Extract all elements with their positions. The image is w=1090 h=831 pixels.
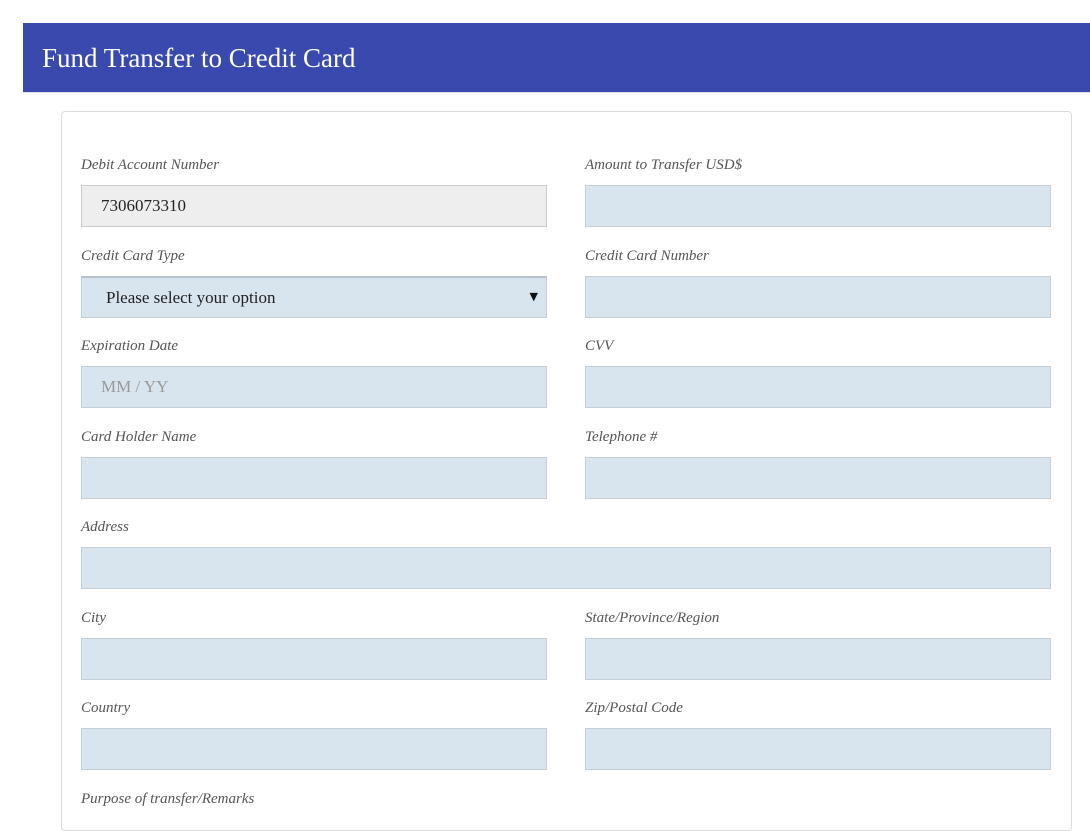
country-label: Country (81, 700, 131, 716)
telephone-group: Telephone # (585, 428, 1051, 499)
card-type-group: Credit Card Type Please select your opti… (81, 247, 547, 318)
country-field[interactable] (81, 728, 547, 770)
zip-label: Zip/Postal Code (585, 700, 683, 716)
state-group: State/Province/Region (585, 609, 1051, 680)
zip-group: Zip/Postal Code (585, 699, 1051, 770)
card-number-label: Credit Card Number (585, 248, 709, 264)
expiration-field[interactable] (81, 366, 547, 408)
state-label: State/Province/Region (585, 610, 720, 626)
holder-name-group: Card Holder Name (81, 428, 547, 499)
chevron-down-icon: ▼ (529, 290, 538, 303)
country-group: Country (81, 699, 547, 770)
amount-label: Amount to Transfer USD$ (585, 157, 743, 173)
card-number-group: Credit Card Number (585, 247, 1051, 318)
address-label: Address (81, 519, 129, 535)
card-number-field[interactable] (585, 276, 1051, 318)
card-type-label: Credit Card Type (81, 248, 185, 264)
address-field[interactable] (81, 547, 1051, 589)
debit-account-group: Debit Account Number (81, 156, 547, 227)
cvv-field[interactable] (585, 366, 1051, 408)
transfer-form: Debit Account Number Amount to Transfer … (61, 111, 1072, 831)
telephone-label: Telephone # (585, 429, 658, 445)
expiration-group: Expiration Date (81, 337, 547, 408)
holder-name-field[interactable] (81, 457, 547, 499)
address-group: Address (81, 518, 1051, 589)
zip-field[interactable] (585, 728, 1051, 770)
debit-account-field[interactable] (81, 185, 547, 227)
card-type-selected: Please select your option (106, 287, 276, 307)
debit-account-label: Debit Account Number (81, 157, 220, 173)
panel-header: Fund Transfer to Credit Card (23, 23, 1090, 93)
city-label: City (81, 610, 106, 626)
purpose-label: Purpose of transfer/Remarks (81, 791, 255, 807)
page-title: Fund Transfer to Credit Card (42, 43, 356, 73)
city-field[interactable] (81, 638, 547, 680)
card-type-select[interactable]: Please select your option ▼ (81, 276, 547, 318)
state-field[interactable] (585, 638, 1051, 680)
expiration-label: Expiration Date (81, 338, 179, 354)
cvv-group: CVV (585, 337, 1051, 408)
fund-transfer-panel: Fund Transfer to Credit Card Debit Accou… (23, 23, 1090, 831)
amount-field[interactable] (585, 185, 1051, 227)
cvv-label: CVV (585, 338, 614, 354)
telephone-field[interactable] (585, 457, 1051, 499)
holder-name-label: Card Holder Name (81, 429, 197, 445)
amount-group: Amount to Transfer USD$ (585, 156, 1051, 227)
city-group: City (81, 609, 547, 680)
